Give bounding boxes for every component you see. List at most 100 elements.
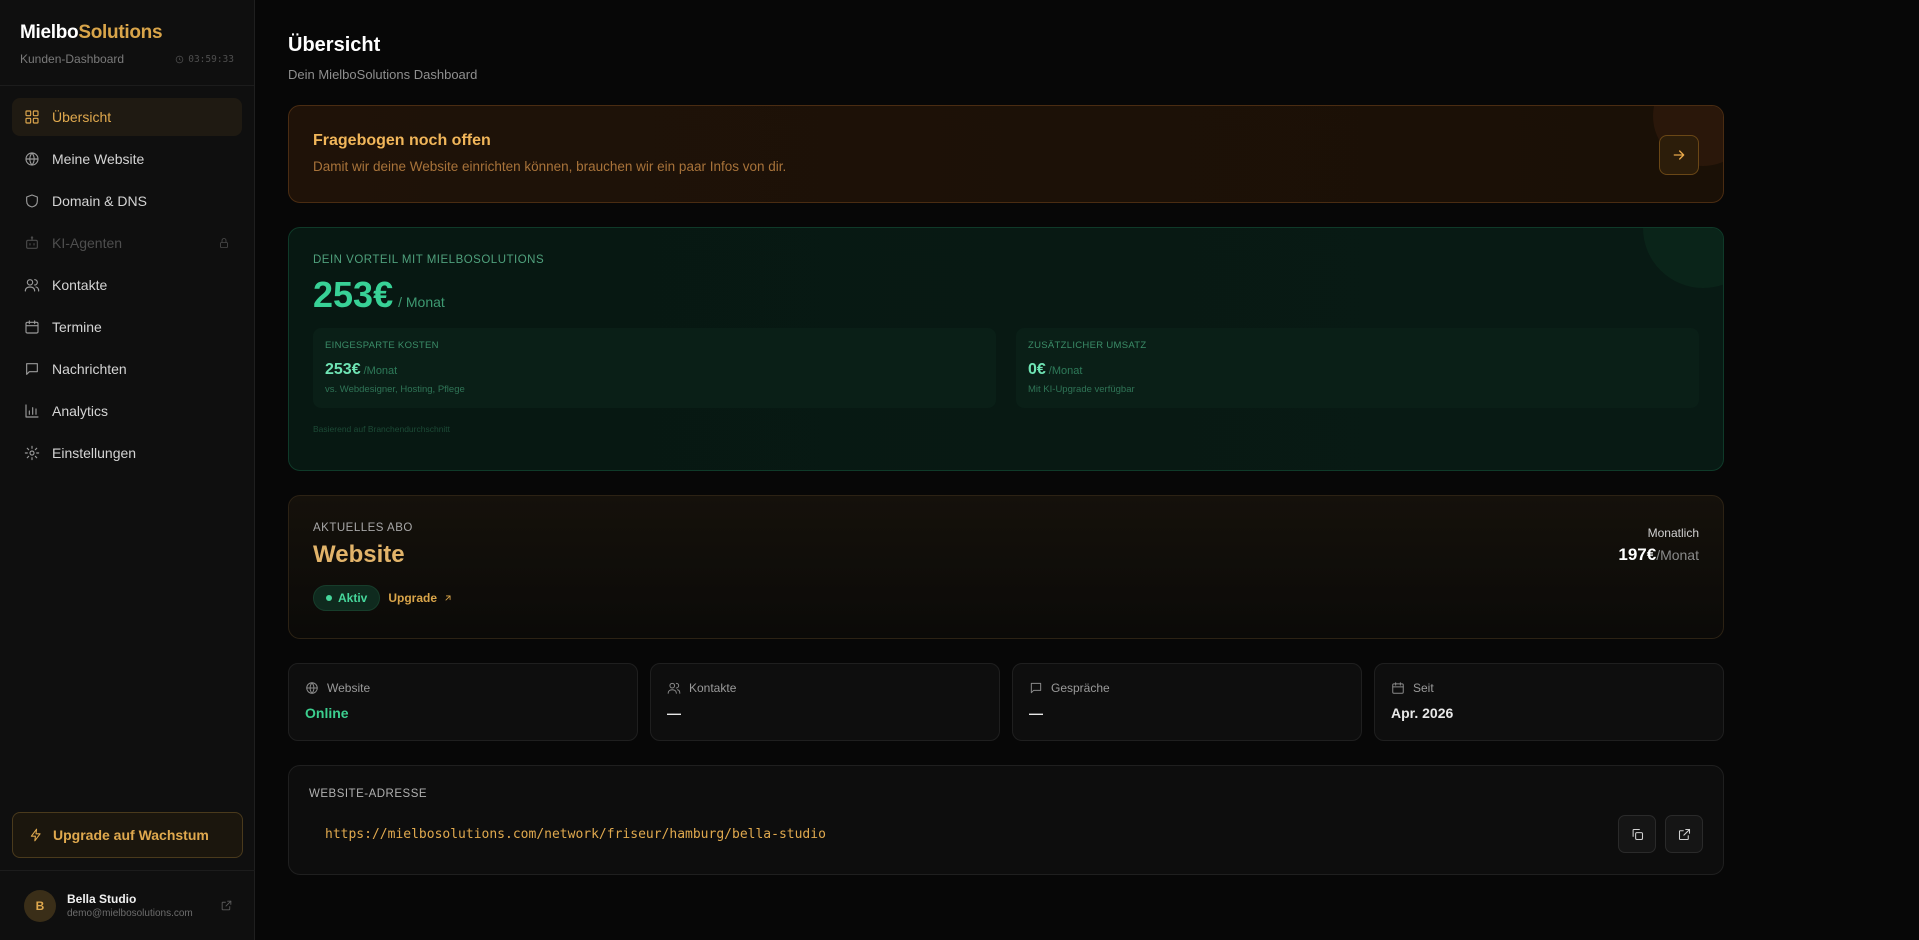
clock: 03:59:33 (175, 54, 234, 65)
stat-value: — (1029, 705, 1043, 721)
brand-subtitle: Kunden-Dashboard (20, 52, 125, 66)
subscription-card: Aktuelles Abo Website Aktiv Upgrade Mona… (288, 495, 1724, 639)
sidebar-item-label: Übersicht (52, 109, 112, 125)
savings-per: / Monat (398, 294, 445, 310)
upgrade-button[interactable]: Upgrade auf Wachstum (12, 812, 243, 858)
user-name: Bella Studio (67, 892, 137, 906)
sidebar-item-nachrichten[interactable]: Nachrichten (12, 350, 242, 388)
clock-icon (175, 55, 184, 63)
stat-value: — (667, 705, 681, 721)
sidebar-item-label: KI-Agenten (52, 235, 123, 251)
stat-label: Website (327, 681, 371, 695)
sidebar-nav: Übersicht Meine Website Domain & DNS KI-… (0, 86, 254, 488)
calendar-icon (25, 320, 39, 334)
sidebar-item-label: Termine (52, 319, 102, 335)
savings-label: Dein Vorteil mit MielboSolutions (313, 254, 545, 266)
alert-text: Damit wir deine Website einrichten könne… (313, 159, 787, 174)
users-icon (24, 279, 40, 292)
subscription-name: Website (313, 541, 405, 568)
lock-icon (220, 238, 228, 248)
shield-icon (26, 194, 38, 208)
extra-revenue-label: Zusätzlicher Umsatz (1028, 340, 1147, 351)
grid-icon (25, 110, 39, 124)
user-email: demo@mielbosolutions.com (67, 908, 193, 919)
stat-kontakte: Kontakte — (650, 663, 1000, 741)
sidebar-item-analytics[interactable]: Analytics (12, 392, 242, 430)
globe-icon (306, 682, 318, 694)
sidebar-item-einstellungen[interactable]: Einstellungen (12, 434, 242, 472)
user-profile[interactable]: B Bella Studio demo@mielbosolutions.com (0, 870, 255, 940)
status-badge: Aktiv (313, 585, 381, 611)
extra-revenue-note: Mit KI-Upgrade verfügbar (1028, 384, 1135, 395)
stats-row: Website Online Kontakte — Gespräche — Se… (288, 663, 1724, 741)
status-dot (326, 595, 332, 601)
sidebar-item-uebersicht[interactable]: Übersicht (12, 98, 242, 136)
stat-value: Apr. 2026 (1391, 705, 1454, 721)
alert-title: Fragebogen noch offen (313, 132, 491, 149)
saved-costs-box: Eingesparte Kosten 253€ /Monat vs. Webde… (313, 328, 996, 408)
upgrade-button-label: Upgrade auf Wachstum (53, 827, 209, 843)
message-icon (26, 363, 38, 375)
price-per: /Monat (1656, 547, 1699, 563)
billing-frequency: Monatlich (1647, 526, 1699, 540)
website-url[interactable]: https://mielbosolutions.com/network/fris… (325, 827, 826, 842)
sidebar-item-label: Kontakte (52, 277, 108, 293)
clock-time: 03:59:33 (188, 53, 234, 65)
subscription-label: Aktuelles Abo (313, 522, 413, 534)
extra-revenue-per: /Monat (1048, 365, 1083, 377)
extra-revenue-box: Zusätzlicher Umsatz 0€ /Monat Mit KI-Upg… (1016, 328, 1699, 408)
status-label: Aktiv (338, 591, 368, 605)
external-link-icon (1678, 828, 1690, 840)
message-icon (1030, 682, 1042, 694)
sidebar-item-label: Meine Website (52, 151, 145, 167)
website-address-card: Website-Adresse https://mielbosolutions.… (288, 765, 1724, 875)
copy-icon (1632, 828, 1643, 840)
stat-label: Gespräche (1051, 681, 1110, 695)
avatar: B (24, 889, 56, 922)
sidebar-item-ki-agenten: KI-Agenten (12, 224, 242, 262)
subscription-price: 197€/Monat (1618, 545, 1699, 565)
saved-costs-per: /Monat (363, 365, 398, 377)
brand-name-part1: Mielbo (20, 22, 79, 43)
saved-costs-value: 253€ (325, 361, 361, 378)
sidebar-item-label: Domain & DNS (52, 193, 147, 209)
savings-amount: 253€ (313, 274, 394, 315)
copy-url-button[interactable] (1618, 815, 1656, 853)
external-link-icon[interactable] (220, 899, 233, 912)
page-title: Übersicht (288, 34, 381, 56)
sidebar-item-kontakte[interactable]: Kontakte (12, 266, 242, 304)
bar-chart-icon (25, 404, 39, 418)
globe-icon (25, 152, 39, 166)
sidebar-item-domain-dns[interactable]: Domain & DNS (12, 182, 242, 220)
brand: MielboSolutions Kunden-Dashboard 03:59:3… (0, 0, 254, 86)
stat-seit: Seit Apr. 2026 (1374, 663, 1724, 741)
brand-logo[interactable]: MielboSolutions (20, 22, 234, 44)
calendar-icon (1392, 682, 1404, 694)
arrow-up-right-icon (445, 595, 451, 601)
sidebar-item-label: Analytics (52, 403, 109, 419)
website-address-label: Website-Adresse (309, 788, 428, 800)
upgrade-link-label: Upgrade (388, 591, 438, 605)
sidebar-item-label: Nachrichten (52, 361, 127, 377)
sidebar-item-termine[interactable]: Termine (12, 308, 242, 346)
stat-label: Kontakte (689, 681, 737, 695)
extra-revenue-value: 0€ (1028, 361, 1046, 378)
subscription-upgrade-link[interactable]: Upgrade (388, 591, 453, 605)
main-content: Übersicht Dein MielboSolutions Dashboard… (288, 0, 1724, 875)
arrow-right-icon (1673, 150, 1685, 160)
sidebar-item-meine-website[interactable]: Meine Website (12, 140, 242, 178)
stat-value: Online (305, 705, 349, 721)
open-url-button[interactable] (1665, 815, 1703, 853)
savings-footnote: Basierend auf Branchendurchschnitt (313, 424, 451, 434)
page-subtitle: Dein MielboSolutions Dashboard (288, 67, 478, 82)
brand-name-part2: Solutions (78, 22, 163, 43)
alert-open-button[interactable] (1659, 135, 1699, 175)
questionnaire-alert[interactable]: Fragebogen noch offen Damit wir deine We… (288, 105, 1724, 203)
stat-label: Seit (1413, 681, 1434, 695)
sidebar: MielboSolutions Kunden-Dashboard 03:59:3… (0, 0, 255, 940)
gear-icon (24, 445, 40, 461)
savings-card: Dein Vorteil mit MielboSolutions 253€ / … (288, 227, 1724, 471)
bot-icon (26, 236, 38, 249)
sidebar-item-label: Einstellungen (52, 445, 137, 461)
saved-costs-note: vs. Webdesigner, Hosting, Pflege (325, 384, 465, 395)
